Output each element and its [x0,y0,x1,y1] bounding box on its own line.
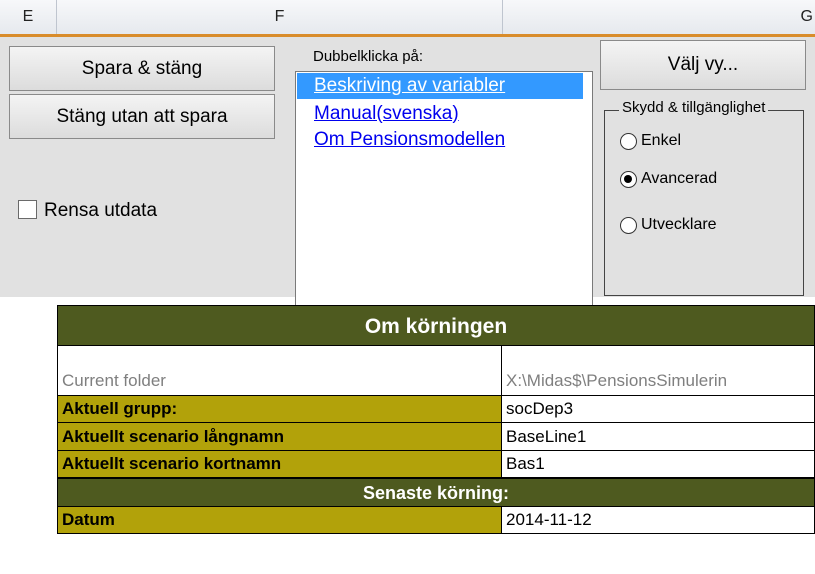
radio-utvecklare-label: Utvecklare [641,216,717,233]
list-item-manual[interactable]: Manual(svenska) [297,101,583,127]
clear-output-label: Rensa utdata [44,200,158,221]
current-folder-label[interactable]: Current folder [57,346,502,396]
sheet-grid: Om körningen Current folder X:\Midas$\Pe… [57,297,815,574]
row-value[interactable]: socDep3 [502,396,815,423]
clear-output-checkbox[interactable] [18,200,37,219]
date-label[interactable]: Datum [57,507,502,534]
save-close-button[interactable]: Spara & stäng [9,46,275,91]
radio-enkel-label: Enkel [641,132,682,149]
table-row: Aktuellt scenario långnamn BaseLine1 [57,423,815,451]
column-header-g[interactable]: G [503,0,815,34]
control-panel: Spara & stäng Stäng utan att spara Rensa… [0,37,815,321]
latest-run-header[interactable]: Senaste körning: [57,478,815,507]
row-value[interactable]: BaseLine1 [502,423,815,451]
radio-avancerad-label: Avancerad [641,170,718,187]
row-label[interactable]: Aktuell grupp: [57,396,502,423]
choose-view-button[interactable]: Välj vy... [600,40,806,90]
about-run-header[interactable]: Om körningen [57,305,815,346]
radio-utvecklare[interactable] [620,217,637,234]
column-header-e[interactable]: E [0,0,57,34]
row-label[interactable]: Aktuellt scenario långnamn [57,423,502,451]
list-item-about-model[interactable]: Om Pensionsmodellen [297,127,583,153]
date-value[interactable]: 2014-11-12 [502,507,815,534]
help-listbox[interactable]: Beskriving av variabler Manual(svenska) … [295,71,593,321]
row-label[interactable]: Aktuellt scenario kortnamn [57,451,502,478]
table-row: Aktuell grupp: socDep3 [57,396,815,423]
column-header-f[interactable]: F [57,0,503,34]
table-row: Aktuellt scenario kortnamn Bas1 [57,451,815,478]
radio-enkel[interactable] [620,133,637,150]
row-value[interactable]: Bas1 [502,451,815,478]
current-folder-row: Current folder X:\Midas$\PensionsSimuler… [57,346,815,396]
current-folder-value[interactable]: X:\Midas$\PensionsSimulerin [502,346,815,396]
date-row: Datum 2014-11-12 [57,507,815,574]
column-header-bar: E F G [0,0,815,37]
radio-avancerad[interactable] [620,171,637,188]
protection-group-caption: Skydd & tillgänglighet [619,99,769,116]
list-caption: Dubbelklicka på: [313,48,424,65]
list-item-variables[interactable]: Beskriving av variabler [297,73,583,99]
close-without-save-button[interactable]: Stäng utan att spara [9,94,275,139]
